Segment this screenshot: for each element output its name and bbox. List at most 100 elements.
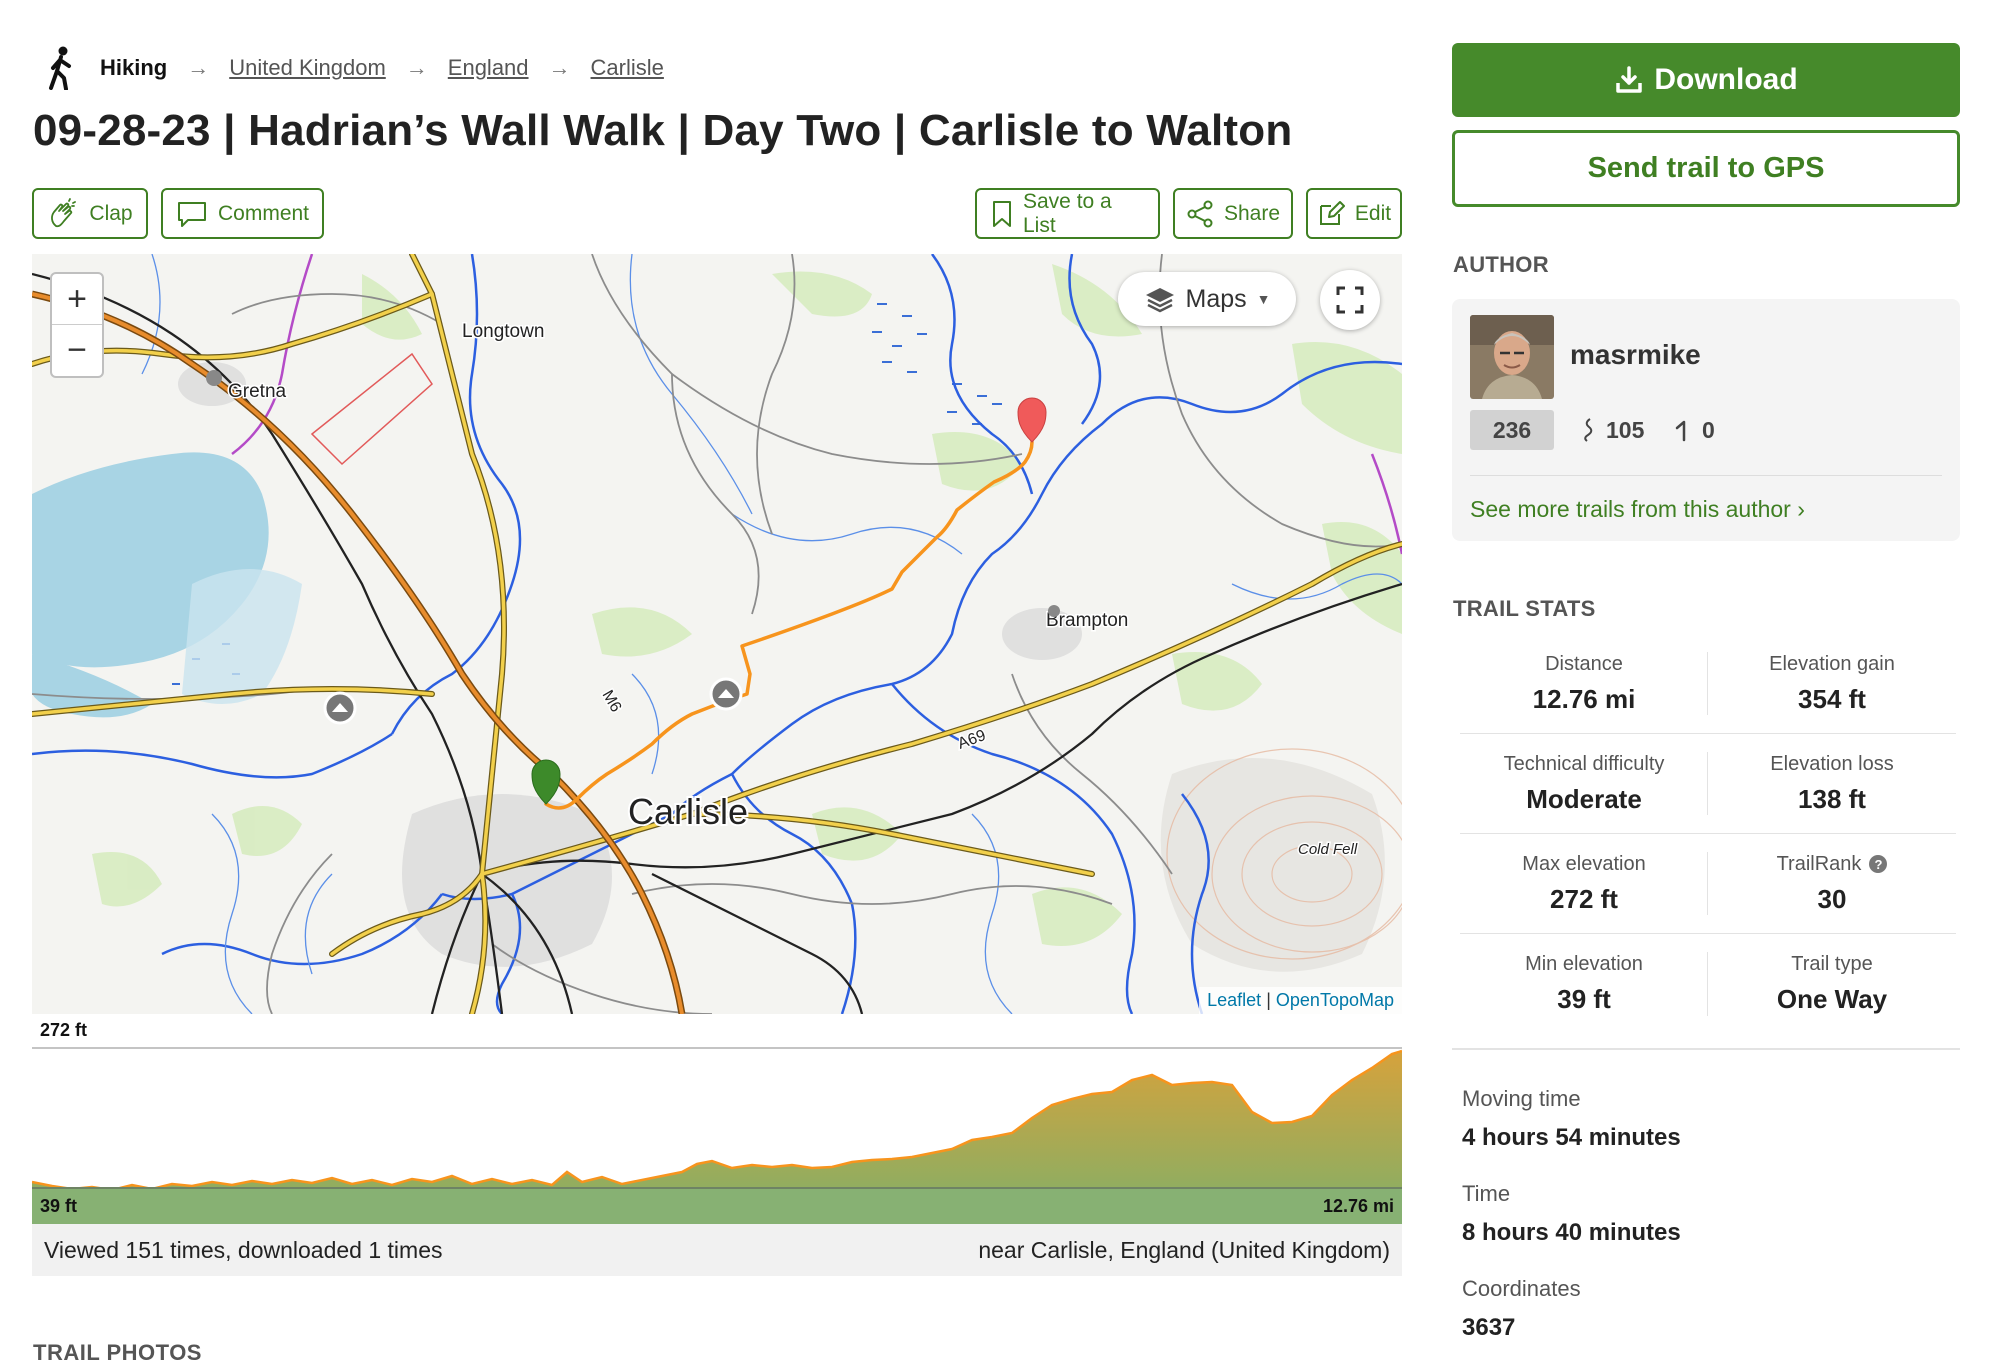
map-attribution: Leaflet | OpenTopoMap [1199,987,1402,1014]
elevation-profile[interactable]: 272 ft 39 ft 12.76 mi [32,1014,1402,1224]
save-label: Save to a List [1023,189,1112,237]
more-trails-link[interactable]: See more trails from this author › [1470,496,1805,523]
stat-trail-type: Trail type One Way [1708,934,1956,1034]
download-icon [1616,66,1643,93]
download-label: Download [1654,63,1798,96]
download-button[interactable]: Download [1452,43,1960,117]
trail-icon [1584,418,1593,442]
stat-label: Elevation loss [1770,752,1894,775]
zoom-out-button[interactable]: − [52,325,102,376]
author-card: masrmike 236 105 0 See more trails from … [1452,299,1960,541]
breadcrumb-arrow-icon: → [187,55,210,80]
breadcrumb-region[interactable]: England [448,55,529,81]
stat-elevation-loss: Elevation loss 138 ft [1708,734,1956,833]
elevation-max-label: 272 ft [40,1020,88,1040]
author-trails-value: 105 [1606,416,1645,443]
flag-icon [1675,420,1686,442]
author-edits-count: 0 [1674,410,1715,450]
map-label-carlisle: Carlisle [628,791,748,832]
stat-row: Max elevation 272 ft TrailRank ? 30 [1460,834,1956,934]
save-to-list-button[interactable]: Save to a List [975,188,1160,239]
share-button[interactable]: Share [1173,188,1293,239]
author-rank-badge: 236 [1470,410,1554,450]
shelter-marker-icon [323,691,357,725]
total-time-value: 8 hours 40 minutes [1462,1219,1681,1246]
stat-row: Min elevation 39 ft Trail type One Way [1460,934,1956,1034]
trail-location: near Carlisle, England (United Kingdom) [978,1236,1390,1263]
coordinates-value: 3637 [1462,1314,1516,1341]
trailrank-label: TrailRank [1776,852,1862,875]
stat-technical-difficulty: Technical difficulty Moderate [1460,734,1708,833]
opentopomap-link[interactable]: OpenTopoMap [1276,990,1394,1010]
moving-time-value: 4 hours 54 minutes [1462,1124,1681,1151]
elevation-min-label: 39 ft [40,1196,78,1216]
help-icon[interactable]: ? [1869,855,1888,873]
stat-row: Technical difficulty Moderate Elevation … [1460,734,1956,834]
leaflet-link[interactable]: Leaflet [1207,990,1261,1010]
stat-label: TrailRank ? [1777,853,1888,876]
hiker-icon [49,46,71,90]
comment-button[interactable]: Comment [161,188,324,239]
stat-elevation-gain: Elevation gain 354 ft [1708,634,1956,733]
stat-value: 272 ft [1550,883,1618,914]
coordinates-label: Coordinates [1462,1276,1581,1301]
trail-photos-heading: TRAIL PHOTOS [33,1340,202,1365]
bookmark-icon [993,200,1011,227]
stat-label: Max elevation [1522,852,1646,875]
stat-label: Distance [1545,652,1623,675]
stat-value: 39 ft [1557,984,1611,1014]
fullscreen-button[interactable] [1320,270,1380,330]
moving-time-label: Moving time [1462,1086,1581,1111]
author-trails-count: 105 [1580,410,1644,450]
breadcrumb-country[interactable]: United Kingdom [229,55,386,81]
edit-button[interactable]: Edit [1306,188,1402,239]
edit-icon [1319,200,1345,225]
map-layers-button[interactable]: Maps ▼ [1118,272,1296,326]
attribution-separator: | [1266,990,1271,1010]
coordinates: Coordinates 3637 [1462,1276,1581,1342]
page-title: 09-28-23 | Hadrian’s Wall Walk | Day Two… [33,106,1293,155]
author-name[interactable]: masrmike [1570,339,1701,371]
total-time-label: Time [1462,1181,1511,1206]
stat-row: Distance 12.76 mi Elevation gain 354 ft [1460,634,1956,734]
layers-icon [1145,288,1174,313]
stat-value: 30 [1817,883,1847,914]
map-label-longtown: Longtown [462,321,544,342]
author-avatar-image [1470,315,1554,399]
trail-map[interactable]: Longtown Gretna Brampton Carlisle Cold F… [32,254,1402,1014]
stat-label: Min elevation [1525,953,1643,975]
trail-stats-heading: TRAIL STATS [1453,596,1596,621]
stat-value: One Way [1776,984,1888,1014]
share-icon [1187,200,1213,227]
stat-label: Elevation gain [1769,652,1895,675]
breadcrumb-city[interactable]: Carlisle [591,55,664,81]
view-count: Viewed 151 times, downloaded 1 times [44,1236,443,1263]
shelter-marker-icon [709,677,743,711]
breadcrumb-arrow-icon: → [548,55,571,80]
breadcrumb-arrow-icon: → [405,55,428,80]
stat-value: 138 ft [1798,783,1866,814]
edit-label: Edit [1354,201,1392,225]
stat-max-elevation: Max elevation 272 ft [1460,834,1708,933]
author-edits-value: 0 [1702,416,1715,443]
elevation-distance-label: 12.76 mi [1322,1196,1394,1216]
stat-value: 12.76 mi [1532,683,1636,714]
map-layers-label: Maps [1185,284,1247,313]
stat-trailrank: TrailRank ? 30 [1708,834,1956,933]
stat-label: Trail type [1791,953,1873,975]
stat-value: 354 ft [1798,683,1866,714]
stat-value: Moderate [1526,783,1642,814]
stat-label: Technical difficulty [1503,752,1665,775]
comment-label: Comment [217,201,310,225]
moving-time: Moving time 4 hours 54 minutes [1462,1086,1681,1152]
chevron-down-icon: ▼ [1256,291,1271,307]
zoom-in-button[interactable]: + [52,274,102,325]
stat-min-elevation: Min elevation 39 ft [1460,934,1708,1034]
clap-button[interactable]: Clap [32,188,148,239]
avatar[interactable] [1470,315,1554,399]
trail-stats-grid: Distance 12.76 mi Elevation gain 354 ft … [1460,634,1956,1034]
breadcrumb-activity: Hiking [100,55,168,80]
send-to-gps-button[interactable]: Send trail to GPS [1452,130,1960,207]
elevation-chart [32,1047,1402,1224]
author-divider [1470,475,1942,476]
